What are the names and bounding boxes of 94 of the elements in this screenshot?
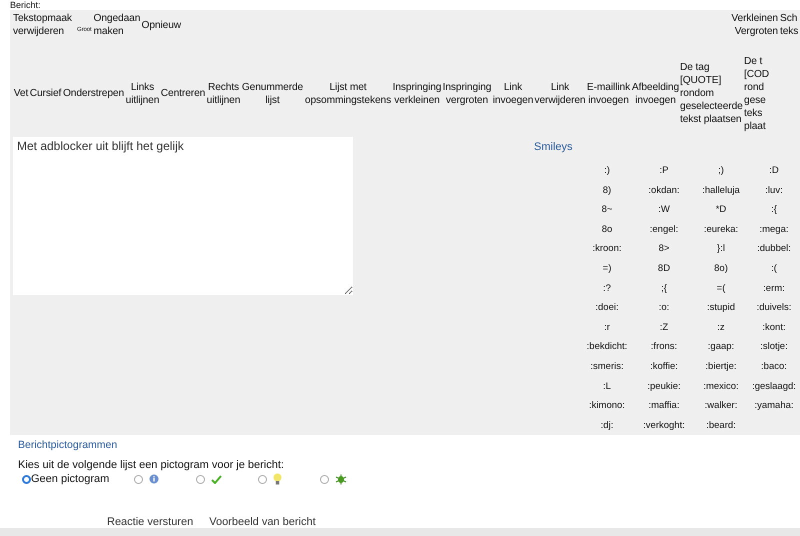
smiley-code[interactable]: 8~ (580, 200, 634, 220)
smiley-code[interactable]: :okdan: (634, 180, 694, 200)
toolbar-button[interactable]: Cursief (29, 87, 62, 100)
bug-icon (335, 474, 347, 484)
smiley-code[interactable]: :mexico: (694, 376, 748, 396)
smiley-code[interactable]: 8o (580, 220, 634, 240)
smiley-code[interactable]: :dj: (580, 416, 634, 436)
smiley-code[interactable]: :kimono: (580, 396, 634, 416)
toolbar-button[interactable]: Vergroten (734, 25, 778, 38)
smiley-code[interactable]: :walker: (694, 396, 748, 416)
action-button[interactable]: Voorbeeld van bericht (209, 516, 316, 528)
smiley-code[interactable]: :verkoght: (634, 416, 694, 436)
toolbar-button[interactable]: Link verwijderen (534, 80, 586, 106)
smiley-code[interactable]: 8o) (694, 258, 748, 279)
radio-label: Geen pictogram (31, 473, 110, 485)
smiley-code[interactable]: :biertje: (694, 356, 748, 377)
toolbar-button[interactable]: Links uitlijnen (125, 80, 160, 106)
toolbar-button[interactable]: Tekstopmaak verwijderen (13, 12, 73, 38)
radio-button[interactable] (22, 474, 31, 484)
smiley-code[interactable]: :gaap: (694, 337, 748, 357)
lightbulb-icon (273, 473, 282, 485)
smiley-code[interactable]: :engel: (634, 220, 694, 240)
smiley-code[interactable]: :o: (634, 298, 694, 318)
radio-button[interactable] (320, 474, 329, 484)
smiley-code[interactable]: :beard: (694, 416, 748, 436)
smiley-code[interactable]: :dubbel: (748, 239, 800, 259)
smiley-code[interactable]: 8> (634, 239, 694, 259)
smiley-code[interactable]: :Z (634, 318, 694, 338)
smiley-code[interactable]: ;{ (634, 278, 694, 298)
radio-button[interactable] (196, 474, 205, 484)
toolbar-button[interactable]: Inspringing verkleinen (392, 80, 442, 106)
smiley-code[interactable]: :{ (748, 200, 800, 220)
checkmark-icon (211, 474, 222, 484)
smiley-code[interactable]: :D (748, 161, 800, 181)
info-icon (149, 474, 159, 484)
smiley-code[interactable]: :slotje: (748, 337, 800, 357)
smileys-heading: Smileys (534, 141, 574, 153)
smiley-code[interactable]: :bekdicht: (580, 337, 634, 357)
toolbar-button[interactable]: Inspringing vergroten (442, 80, 492, 106)
section-label: Bericht: (10, 0, 42, 10)
toolbar-button[interactable]: Rechts uitlijnen (206, 80, 241, 106)
smiley-code[interactable]: :? (580, 278, 634, 298)
smiley-code[interactable]: :kroon: (580, 239, 634, 259)
smiley-code[interactable]: 8D (634, 258, 694, 279)
smiley-code[interactable]: :koffie: (634, 356, 694, 377)
smiley-code[interactable]: :L (580, 376, 634, 396)
smiley-code[interactable]: :( (748, 258, 800, 279)
toolbar-button[interactable]: Link invoegen (492, 80, 534, 106)
smiley-code[interactable]: :maffia: (634, 396, 694, 416)
smiley-code[interactable]: :doei: (580, 298, 634, 318)
smiley-code[interactable]: :) (580, 161, 634, 181)
smiley-code[interactable]: }:l (694, 239, 748, 259)
toolbar-button[interactable]: Onderstrepen (62, 87, 125, 100)
section-heading: Berichtpictogrammen (18, 439, 118, 451)
smiley-code[interactable]: :kont: (748, 318, 800, 338)
smiley-code[interactable]: :stupid (694, 298, 748, 318)
toolbar-button[interactable]: De tag [QUOTE] rondom geselecteerde tekst plaatsen (680, 61, 744, 126)
action-button[interactable]: Reactie versturen (107, 516, 194, 528)
smiley-code[interactable]: :peukie: (634, 376, 694, 396)
toolbar-button[interactable]: Lijst met opsommingstekens (304, 80, 392, 106)
smiley-code[interactable]: :halleluja (694, 180, 748, 200)
instruction-text: Kies uit de volgende lijst een pictogram voor je bericht: (18, 459, 285, 471)
smiley-code[interactable]: =( (694, 278, 748, 298)
smiley-code[interactable]: :duivels: (748, 298, 800, 318)
toolbar-button[interactable]: Sch teks (780, 12, 800, 38)
smiley-code[interactable]: :erm: (748, 278, 800, 298)
radio-button[interactable] (134, 474, 143, 484)
smiley-code[interactable]: :r (580, 318, 634, 338)
smiley-code[interactable]: :mega: (748, 220, 800, 240)
smiley-code[interactable]: :luv: (748, 180, 800, 200)
smiley-code[interactable]: ;) (694, 161, 748, 181)
toolbar-button[interactable]: Opnieuw (142, 18, 183, 32)
radio-button[interactable] (258, 474, 267, 484)
toolbar-button[interactable]: E-maillink invoegen (586, 80, 631, 106)
toolbar-button[interactable]: Verkleinen (731, 12, 778, 25)
toolbar-button[interactable]: Ongedaan maken (94, 12, 142, 38)
toolbar-button[interactable]: Afbeelding invoegen (631, 80, 680, 106)
smiley-code[interactable]: :eureka: (694, 220, 748, 240)
toolbar-button[interactable]: Centreren (160, 87, 206, 100)
smiley-code[interactable]: :z (694, 318, 748, 338)
smiley-code[interactable]: :W (634, 200, 694, 220)
toolbar-button[interactable]: Genummerde lijst (241, 80, 304, 106)
smiley-code[interactable]: :yamaha: (748, 396, 800, 416)
smiley-code[interactable]: :frons: (634, 337, 694, 357)
smiley-code[interactable]: *D (694, 200, 748, 220)
smiley-code[interactable]: :P (634, 161, 694, 181)
toolbar-button[interactable]: De t [COD rond gese teks plaat (744, 54, 771, 132)
toolbar-button[interactable]: Vet (13, 87, 29, 100)
smiley-code[interactable]: :geslaagd: (748, 376, 800, 396)
smiley-code[interactable]: :smeris: (580, 356, 634, 377)
message-input[interactable]: Met adblocker uit blijft het gelijk (13, 137, 353, 295)
smiley-code[interactable]: =) (580, 258, 634, 279)
smiley-code[interactable]: :baco: (748, 356, 800, 377)
smiley-code[interactable]: 8) (580, 180, 634, 200)
